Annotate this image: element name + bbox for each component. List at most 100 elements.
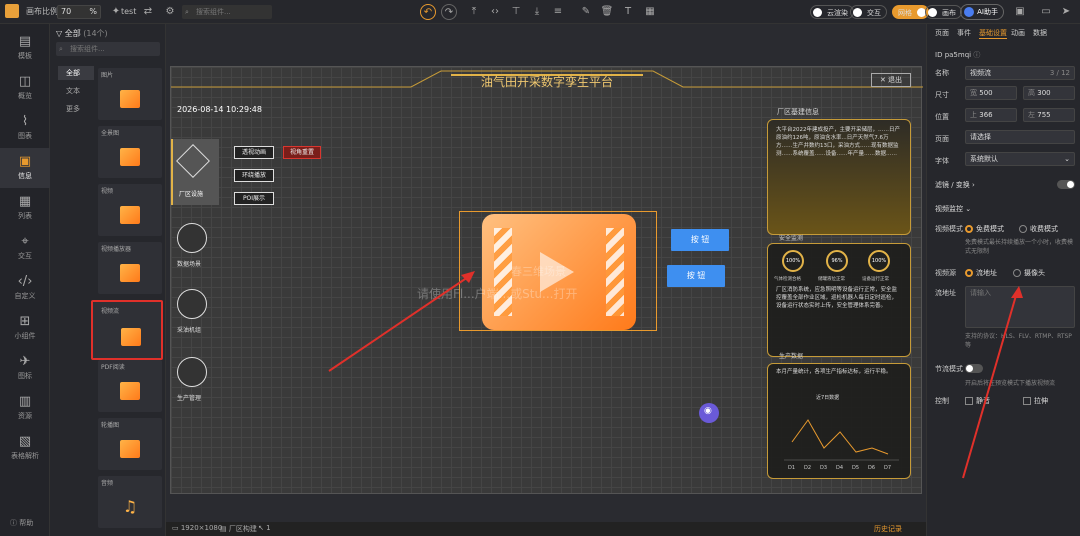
template-icon: ▤ (18, 34, 32, 49)
exit-button[interactable]: ✕ 退出 (871, 73, 911, 87)
component-video-player[interactable]: 视频播放器 (98, 242, 162, 294)
project-name: test (121, 7, 137, 16)
component-panorama[interactable]: 全景图 (98, 126, 162, 178)
align-icon[interactable]: ≡ (550, 4, 566, 20)
production-label: 生产管理 (177, 395, 202, 402)
component-image[interactable]: 图片 (98, 68, 162, 120)
list-icon: ▦ (18, 194, 32, 209)
cursor-icon: ↖ (258, 524, 267, 532)
name-input[interactable]: 视频流 3 / 12 (965, 66, 1075, 80)
history-button[interactable]: 历史记录 (874, 524, 902, 534)
position-label: 位置 (935, 113, 949, 121)
xray-anim-button[interactable]: 透视动画 (234, 146, 274, 159)
source-url-radio[interactable]: 流地址 (965, 268, 997, 278)
cat-all[interactable]: 全部 (58, 66, 94, 80)
property-panel: 页面 事件 基础设置 动画 数据 ID pa5mqi ⓘ 名称 视频流 3 / 1… (926, 24, 1080, 536)
red-arrow-annotation-right (962, 286, 1023, 479)
overlay-text-1: 春三维场景 (511, 265, 566, 278)
nav-resources[interactable]: ▥ 资源 (0, 388, 50, 428)
gear-icon[interactable]: ⚙ (162, 4, 178, 20)
tab-animation[interactable]: 动画 (1011, 28, 1025, 38)
filter-icon[interactable]: ⊤ (508, 4, 524, 20)
grid-icon[interactable]: ▦ (642, 4, 658, 20)
monitor-icon[interactable]: ▭ (1038, 4, 1054, 20)
chart-x-label: D3 (820, 465, 827, 471)
mode-free-radio[interactable]: 免费模式 (965, 224, 1004, 234)
cat-text[interactable]: 文本 (58, 84, 94, 98)
component-audio[interactable]: 音频 ♫ (98, 476, 162, 528)
library-search-input[interactable]: ⌕ 搜索组件... (56, 42, 160, 56)
component-carousel[interactable]: 轮播图 (98, 418, 162, 470)
send-icon[interactable]: ➤ (1058, 4, 1074, 20)
tab-data[interactable]: 数据 (1033, 28, 1047, 38)
tab-page[interactable]: 页面 (935, 28, 949, 38)
save-icon[interactable]: ▣ (1012, 4, 1028, 20)
width-input[interactable]: 宽 500 (965, 86, 1017, 100)
chart-x-label: D4 (836, 465, 843, 471)
nav-table-parse[interactable]: ▧ 表格解析 (0, 428, 50, 468)
toggle-canvas[interactable]: 画布 (925, 5, 962, 19)
swap-icon[interactable]: ⇄ (140, 4, 156, 20)
nav-custom[interactable]: ‹/› 自定义 (0, 268, 50, 308)
design-screen[interactable]: 油气田开采数字孪生平台 ✕ 退出 2026-08-14 10:29:48 厂区设… (170, 66, 923, 494)
nav-info[interactable]: ▣ 信息 (0, 148, 50, 188)
mode-paid-radio[interactable]: 收费模式 (1019, 224, 1058, 234)
button-2[interactable]: 按 钮 (667, 265, 725, 287)
factory-icon (176, 144, 210, 178)
orbit-play-button[interactable]: 环绕播放 (234, 169, 274, 182)
component-video[interactable]: 视频 (98, 184, 162, 236)
carousel-icon (120, 440, 140, 458)
nav-widgets[interactable]: ⊞ 小组件 (0, 308, 50, 348)
nav-interact[interactable]: ⌖ 交互 (0, 228, 50, 268)
nav-chart[interactable]: ⌇ 图表 (0, 108, 50, 148)
tab-event[interactable]: 事件 (957, 28, 971, 38)
chart-x-label: D2 (804, 465, 811, 471)
cat-more[interactable]: 更多 (58, 102, 94, 116)
code-icon[interactable]: ‹› (487, 4, 503, 20)
text-icon[interactable]: T (620, 4, 636, 20)
nav-list[interactable]: ▦ 列表 (0, 188, 50, 228)
trash-icon[interactable]: 🗑 (599, 4, 615, 20)
brush-icon[interactable]: ✎ (578, 4, 594, 20)
redo-icon[interactable]: ↷ (441, 4, 457, 20)
pos-x-input[interactable]: 上 366 (965, 108, 1017, 122)
toggle-cloud-render[interactable]: 云渲染 (810, 5, 854, 19)
overview-icon: ◫ (18, 74, 32, 89)
video-stream-icon (121, 328, 141, 346)
font-select[interactable]: 系统默认 ⌄ (965, 152, 1075, 166)
tab-basic-settings[interactable]: 基础设置 (979, 28, 1007, 39)
filter-transform-label[interactable]: 滤镜 / 变换 › (935, 180, 975, 190)
download-icon[interactable]: ⤓ (529, 4, 545, 20)
production-icon[interactable] (177, 357, 207, 387)
source-camera-radio[interactable]: 摄像头 (1013, 268, 1045, 278)
floating-eye-button[interactable]: ◉ (699, 403, 719, 423)
ai-assistant-button[interactable]: AI助手 (960, 4, 1004, 20)
data-scene-icon[interactable] (177, 223, 207, 253)
pos-y-input[interactable]: 左 755 (1023, 108, 1075, 122)
search-icon: ⌕ (59, 45, 63, 53)
toggle-grid[interactable]: 网格 (892, 5, 929, 19)
button-1[interactable]: 按 钮 (671, 229, 729, 251)
upload-icon[interactable]: ⤒ (466, 4, 482, 20)
page-select[interactable]: 请选择 (965, 130, 1075, 144)
component-video-stream[interactable]: 视频流 (91, 300, 163, 360)
pump-unit-icon[interactable] (177, 289, 207, 319)
poi-show-button[interactable]: POI展示 (234, 192, 274, 205)
height-input[interactable]: 高 300 (1023, 86, 1075, 100)
toggle-interact[interactable]: 交互 (850, 5, 887, 19)
video-icon (120, 206, 140, 224)
component-search-input[interactable]: ⌕ 搜索组件... (182, 5, 272, 19)
monitor-section-title[interactable]: 视频监控 ⌄ (935, 204, 971, 214)
filter-icon: ▽ (56, 29, 65, 38)
reset-view-button[interactable]: 视角重置 (283, 146, 321, 159)
scale-input[interactable]: 70 % (57, 5, 101, 19)
nav-template[interactable]: ▤ 模板 (0, 28, 50, 68)
facility-item[interactable]: 厂区设施 (171, 139, 219, 205)
undo-icon[interactable]: ↶ (420, 4, 436, 20)
help-link[interactable]: ⓘ 帮助 (10, 518, 33, 528)
nav-icons[interactable]: ✈ 图标 (0, 348, 50, 388)
component-pdf[interactable]: PDF阅读 (98, 360, 162, 412)
nav-overview[interactable]: ◫ 概览 (0, 68, 50, 108)
filter-toggle[interactable] (1057, 180, 1075, 189)
library-header[interactable]: ▽ 全部 (14个) (56, 28, 108, 39)
